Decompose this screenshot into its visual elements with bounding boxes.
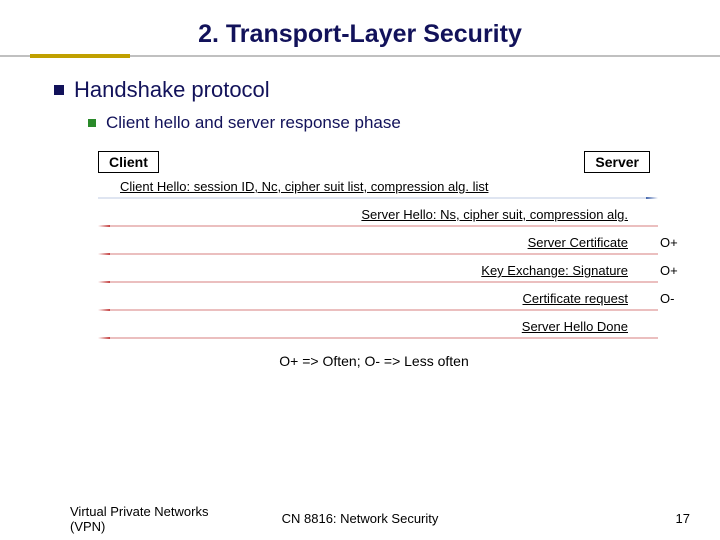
msg-label: Key Exchange: Signature [481,263,628,278]
msg-label: Server Certificate [528,235,628,250]
footer-left: Virtual Private Networks (VPN) [70,504,210,534]
bullet-level2: Client hello and server response phase [106,113,401,133]
bullet-level1: Handshake protocol [74,77,270,103]
arrow-left-icon [98,281,658,283]
msg-label: Certificate request [523,291,629,306]
msg-annot: O+ [660,235,678,250]
server-box: Server [584,151,650,173]
bullet-icon [88,119,96,127]
title-rule [0,55,720,59]
msg-label: Server Hello: Ns, cipher suit, compressi… [361,207,628,222]
msg-annot: O- [660,291,674,306]
msg-label: Server Hello Done [522,319,628,334]
msg-row: Server Hello: Ns, cipher suit, compressi… [94,207,654,235]
msg-row: Certificate request O- [94,291,654,319]
msg-row: Server Hello Done [94,319,654,347]
bullet-icon [54,85,64,95]
slide-footer: Virtual Private Networks (VPN) CN 8816: … [0,511,720,526]
client-box: Client [98,151,159,173]
slide-title: 2. Transport-Layer Security [0,20,720,55]
sequence-diagram: Client Server Client Hello: session ID, … [94,151,654,369]
msg-label: Client Hello: session ID, Nc, cipher sui… [120,179,488,194]
msg-row: Client Hello: session ID, Nc, cipher sui… [94,179,654,207]
msg-row: Key Exchange: Signature O+ [94,263,654,291]
arrow-right-icon [98,197,658,199]
arrow-left-icon [98,225,658,227]
arrow-left-icon [98,309,658,311]
msg-annot: O+ [660,263,678,278]
msg-row: Server Certificate O+ [94,235,654,263]
legend-text: O+ => Often; O- => Less often [94,353,654,369]
arrow-left-icon [98,337,658,339]
arrow-left-icon [98,253,658,255]
page-number: 17 [676,511,690,526]
